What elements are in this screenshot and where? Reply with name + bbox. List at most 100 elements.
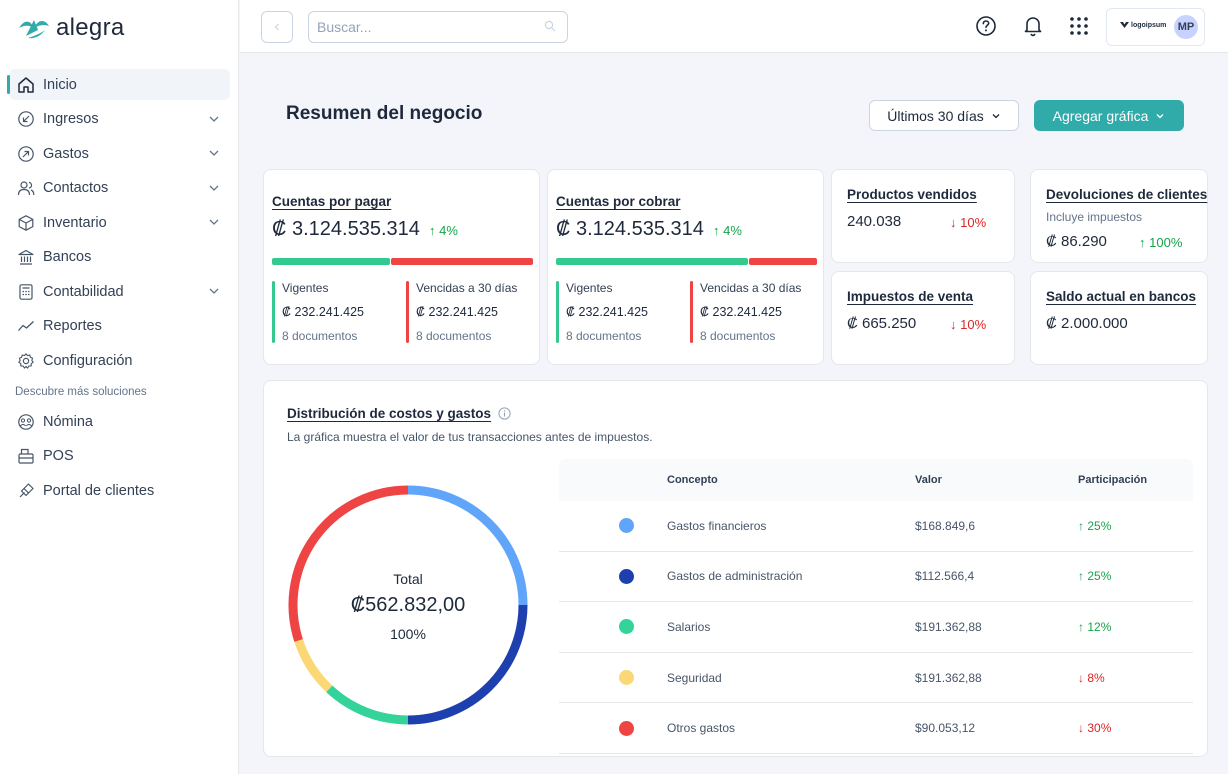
bank-icon [18,249,34,265]
current-amount: ₡ 232.241.425 [566,305,649,319]
row-concept: Salarios [667,619,711,634]
company-logo: logoipsum [1120,21,1166,29]
cost-distribution-card: Distribución de costos y gastos La gráfi… [263,380,1208,757]
info-icon[interactable] [498,407,511,420]
sidebar-item-label: Inventario [43,214,107,231]
alegra-logo[interactable]: alegra [18,14,125,42]
bank-balance-card: Saldo actual en bancos ₡ 2.000.000 [1030,271,1208,365]
payables-trend: ↑ 4% [429,223,458,238]
table-row: Seguridad $191.362,88 ↓ 8% [559,653,1193,704]
income-icon [18,111,34,127]
sidebar-item-reportes[interactable]: Reportes [9,311,230,342]
row-value: $90.053,12 [915,721,976,736]
sidebar-item-portal-de-clientes[interactable]: Portal de clientes [9,475,230,506]
apps-grid-icon[interactable] [1067,14,1091,38]
sales-tax-title[interactable]: Impuestos de venta [847,289,973,304]
sales-tax-trend: ↓ 10% [950,317,987,332]
donut-slice-seguridad[interactable] [294,639,333,693]
sales-tax-value: ₡ 665.250 [847,315,917,332]
sidebar-item-ingresos[interactable]: Ingresos [9,104,230,135]
legend-dot [618,568,634,584]
payables-trend-value: 4% [439,223,458,238]
sidebar-item-configuracion[interactable]: Configuración [9,345,230,376]
collapse-sidebar-button[interactable] [261,11,293,43]
period-dropdown[interactable]: Últimos 30 días [869,100,1019,131]
row-value: $191.362,88 [915,670,982,685]
table-row: Gastos de administración $112.566,4 ↑ 25% [559,552,1193,603]
receivables-trend: ↑ 4% [713,223,742,238]
donut-slice-gastos-de-administracion[interactable] [407,604,528,725]
company-account-menu[interactable]: logoipsum MP [1106,8,1205,46]
company-logo-text: logoipsum [1131,21,1167,29]
chevron-left-icon [274,23,279,31]
payables-amount: ₡ 3.124.535.314 [272,218,420,240]
sidebar-item-inicio[interactable]: Inicio [7,69,230,100]
donut-slice-otros-gastos[interactable] [288,485,409,642]
payables-title[interactable]: Cuentas por pagar [272,194,391,209]
search-icon[interactable] [544,20,556,32]
avatar[interactable]: MP [1174,15,1198,39]
receivables-card: Cuentas por cobrar ₡ 3.124.535.314 ↑ 4% … [547,169,824,365]
alegra-logo-icon [19,20,49,39]
row-share-value: 12% [1087,619,1112,634]
logo-text: alegra [56,14,125,41]
row-value: $112.566,4 [915,569,975,584]
row-share: ↓ 30% [1078,721,1112,736]
donut-slice-salarios[interactable] [326,685,409,725]
sidebar-item-pos[interactable]: POS [9,441,230,472]
distribution-title[interactable]: Distribución de costos y gastos [287,406,491,421]
bank-balance-title[interactable]: Saldo actual en bancos [1046,289,1196,304]
returns-trend: ↑ 100% [1139,235,1183,250]
legend-dot [618,619,634,635]
row-share-value: 25% [1087,518,1112,533]
sidebar-section-label: Descubre más soluciones [15,386,147,398]
sidebar-item-contabilidad[interactable]: Contabilidad [9,276,230,307]
current-label: Vigentes [282,281,329,295]
receivables-title[interactable]: Cuentas por cobrar [556,194,681,209]
sidebar-item-contactos[interactable]: Contactos [9,173,230,204]
sidebar-item-label: Contabilidad [43,283,124,300]
current-docs[interactable]: 8 documentos [566,329,648,343]
row-value: $191.362,88 [915,619,982,634]
sidebar-item-label: Nómina [43,413,93,430]
overdue-amount: ₡ 232.241.425 [700,305,783,319]
sales-tax-trend-value: 10% [960,317,987,332]
sidebar-item-label: Ingresos [43,111,99,127]
current-label: Vigentes [566,281,613,295]
returns-trend-value: 100% [1149,235,1183,250]
overdue-indicator [406,281,409,343]
current-indicator [272,281,275,343]
table-header: Concepto Valor Participación [559,459,1193,501]
products-sold-title[interactable]: Productos vendidos [847,187,977,202]
company-logo-icon [1120,22,1129,28]
add-chart-button[interactable]: Agregar gráfica [1034,100,1184,131]
returns-title[interactable]: Devoluciones de clientes [1046,187,1207,202]
table-row: Gastos financieros $168.849,6 ↑ 25% [559,501,1193,552]
receivables-overdue: Vencidas a 30 días ₡ 232.241.425 8 docum… [690,281,801,343]
receivables-overdue-bar [749,258,817,265]
receivables-trend-value: 4% [723,223,742,238]
row-share-value: 30% [1087,721,1112,736]
overdue-docs[interactable]: 8 documentos [416,329,517,343]
overdue-label: Vencidas a 30 días [700,281,802,295]
help-icon[interactable] [974,14,998,38]
overdue-docs[interactable]: 8 documentos [700,329,801,343]
page-title: Resumen del negocio [286,103,483,124]
chevron-down-icon [209,288,219,294]
sidebar-item-bancos[interactable]: Bancos [9,242,230,273]
row-share: ↑ 25% [1078,569,1112,584]
row-share-value: 25% [1087,569,1112,584]
sidebar-item-label: Bancos [43,249,92,265]
expenses-icon [18,145,34,162]
search-input[interactable] [308,11,568,43]
overdue-indicator [690,281,693,343]
sidebar-item-label: Configuración [43,352,133,369]
bell-icon[interactable] [1021,14,1045,38]
current-docs[interactable]: 8 documentos [282,329,364,343]
sidebar-item-inventario[interactable]: Inventario [9,207,230,238]
legend-dot [618,518,634,534]
sidebar-item-nomina[interactable]: Nómina [9,406,230,437]
period-label: Últimos 30 días [887,107,984,124]
sidebar-item-gastos[interactable]: Gastos [9,138,230,169]
donut-slice-gastos-financieros[interactable] [407,485,528,606]
